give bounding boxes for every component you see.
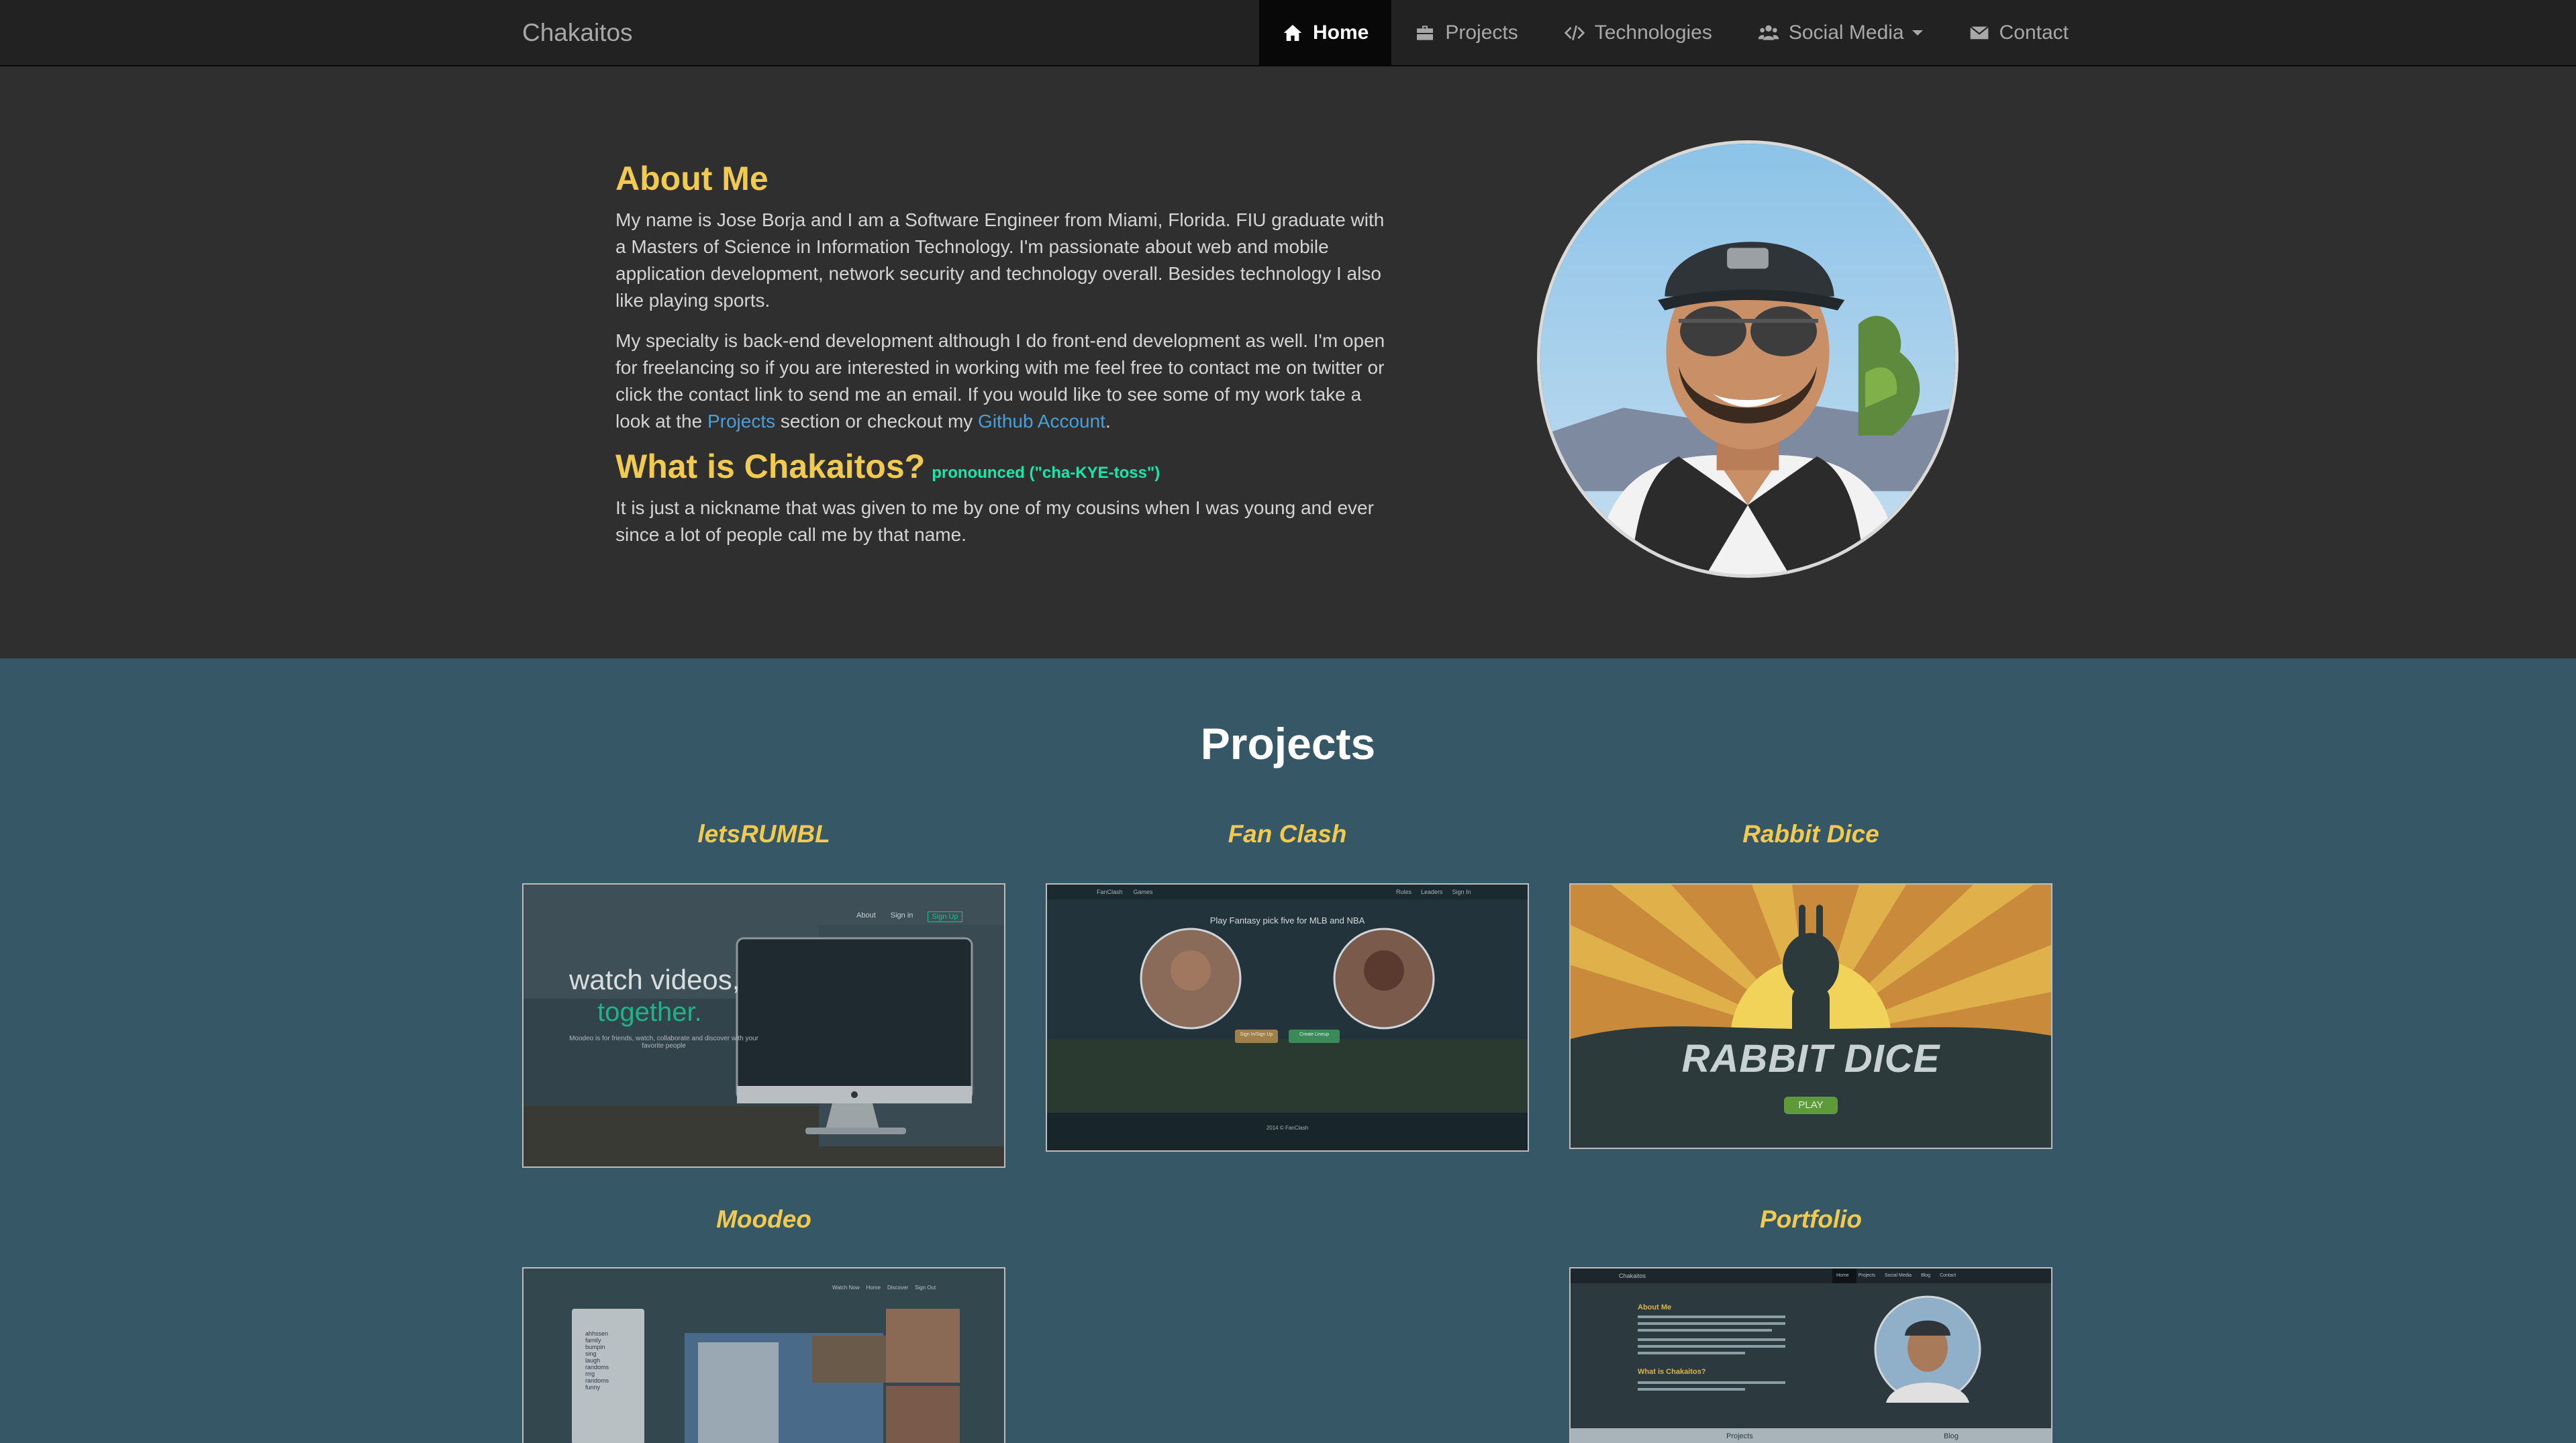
thumb-list-item: randoms <box>585 1364 609 1371</box>
profile-avatar <box>1537 140 1959 578</box>
portfolio-thumb-h2: What is Chakaitos? <box>1638 1368 1706 1376</box>
about-paragraph-2: My specialty is back-end development alt… <box>615 328 1387 435</box>
moodeo-overlay: Watch Now Home Discover Sign Out ahhssen… <box>524 1268 1004 1443</box>
rabbit-dice-thumb-title: RABBIT DICE <box>1681 1037 1940 1081</box>
chakaitos-heading-text: What is Chakaitos? <box>615 448 926 485</box>
thumb-list-item: rrrg <box>585 1371 595 1377</box>
paragraph-text: section or checkout my <box>775 411 979 432</box>
about-text: About Me My name is Jose Borja and I am … <box>615 160 1387 562</box>
project-thumb-moodeo[interactable]: Watch Now Home Discover Sign Out ahhssen… <box>522 1267 1005 1443</box>
about-heading: About Me <box>615 160 769 197</box>
thumb-nav-signin: Sign in <box>890 911 913 919</box>
project-title-rabbit-dice[interactable]: Rabbit Dice <box>1569 820 2052 848</box>
fan-clash-thumb-footer: 2014 © FanClash <box>1266 1125 1309 1131</box>
thumb-nav-rules: Rules <box>1396 889 1412 895</box>
thumb-nav-games: Games <box>1133 889 1153 895</box>
envelope-icon <box>1969 26 1989 39</box>
fan-clash-thumb-headline: Play Fantasy pick five for MLB and NBA <box>1209 915 1365 926</box>
project-title-moodeo[interactable]: Moodeo <box>522 1205 1005 1234</box>
about-section: About Me My name is Jose Borja and I am … <box>0 66 2576 658</box>
thumb-nav-sign-out: Sign Out <box>915 1285 936 1291</box>
portfolio-thumb-footer-blog: Blog <box>1944 1432 1959 1440</box>
thumb-list-item: ahhssen <box>585 1330 609 1337</box>
nav-item-social-media[interactable]: Social Media <box>1735 0 1946 65</box>
nav-item-home[interactable]: Home <box>1259 0 1392 65</box>
nav-item-label: Home <box>1313 21 1369 44</box>
thumb-nav-blog: Blog <box>1921 1273 1931 1278</box>
users-icon <box>1758 25 1779 40</box>
thumb-nav-social: Social Media <box>1884 1273 1912 1278</box>
home-icon <box>1283 24 1302 41</box>
thumb-list-item: laugh <box>585 1357 601 1364</box>
caret-down-icon <box>1912 30 1923 36</box>
nav-item-label: Contact <box>1999 21 2069 44</box>
thumb-nav-watch-now: Watch Now <box>832 1285 860 1291</box>
letsrumbl-thumb-line2: together. <box>597 997 702 1027</box>
thumb-nav-signin: Sign In <box>1452 889 1471 895</box>
nav-item-projects[interactable]: Projects <box>1391 0 1540 65</box>
portfolio-thumb-footer-projects: Projects <box>1726 1432 1753 1440</box>
portfolio-thumb-h1: About Me <box>1638 1303 1672 1311</box>
briefcase-icon <box>1417 25 1434 40</box>
thumb-nav-projects: Projects <box>1858 1273 1875 1278</box>
chakaitos-paragraph: It is just a nickname that was given to … <box>615 497 1374 545</box>
project-thumb-portfolio[interactable]: Chakaitos Home Projects Social Media Blo… <box>1569 1267 2052 1443</box>
code-icon <box>1564 25 1585 40</box>
thumb-nav-home: Home <box>1836 1273 1849 1278</box>
letsrumbl-overlay: About Sign in Sign Up watch videos, toge… <box>524 885 1004 1166</box>
nav-item-label: Social Media <box>1788 21 1904 44</box>
moodeo-thumb-list: ahhssen family bumpin sing laugh randoms… <box>585 1330 609 1391</box>
nav-item-contact[interactable]: Contact <box>1946 0 2091 65</box>
thumb-nav-about: About <box>856 911 876 919</box>
thumb-nav-home: Home <box>866 1285 881 1291</box>
projects-link[interactable]: Projects <box>707 411 775 432</box>
nav-menu: Home Projects Technologies Social Media … <box>1259 0 2091 65</box>
fan-clash-thumb-btn1: Sign In/Sign Up <box>1240 1032 1273 1037</box>
profile-photo <box>1540 144 1955 575</box>
projects-title: Projects <box>1200 719 1376 768</box>
letsrumbl-thumb-sub: Moodeo is for friends, watch, collaborat… <box>569 1035 758 1050</box>
chakaitos-heading: What is Chakaitos? pronounced ("cha-KYE-t… <box>615 448 1387 485</box>
rabbit-dice-overlay: RABBIT DICE PLAY <box>1571 885 2051 1148</box>
brand-link[interactable]: Chakaitos <box>522 0 633 65</box>
fan-clash-overlay: FanClash Games Rules Leaders Sign In Pla… <box>1047 885 1528 1150</box>
fan-clash-thumb-nav: FanClash Games <box>1097 889 1153 895</box>
pronunciation-note: pronounced ("cha-KYE-toss") <box>932 464 1160 482</box>
project-thumb-letsrumbl[interactable]: About Sign in Sign Up watch videos, toge… <box>522 883 1005 1168</box>
project-title-portfolio[interactable]: Portfolio <box>1569 1205 2052 1234</box>
about-paragraph-1: My name is Jose Borja and I am a Softwar… <box>615 209 1385 311</box>
rabbit-dice-thumb-play: PLAY <box>1798 1099 1824 1111</box>
fan-clash-thumb-btn2: Create Lineup <box>1299 1032 1329 1037</box>
nav-item-technologies[interactable]: Technologies <box>1541 0 1735 65</box>
project-thumb-rabbit-dice[interactable]: RABBIT DICE PLAY <box>1569 883 2052 1149</box>
thumb-list-item: family <box>585 1337 601 1344</box>
project-title-fan-clash[interactable]: Fan Clash <box>1046 820 1529 848</box>
letsrumbl-thumb-nav: About Sign in Sign Up <box>856 911 962 922</box>
nav-item-label: Technologies <box>1594 21 1712 44</box>
top-navbar: Chakaitos Home Projects Technologies Soc… <box>0 0 2576 66</box>
thumb-nav-leaders: Leaders <box>1421 889 1443 895</box>
paragraph-text: . <box>1105 411 1111 432</box>
moodeo-thumb-nav: Watch Now Home Discover Sign Out <box>832 1285 936 1291</box>
portfolio-thumb-brand: Chakaitos <box>1619 1273 1646 1279</box>
project-title-letsrumbl[interactable]: letsRUMBL <box>522 820 1005 848</box>
nav-item-label: Projects <box>1445 21 1518 44</box>
letsrumbl-thumb-line1: watch videos, <box>569 964 740 995</box>
thumb-nav-signup: Sign Up <box>928 911 962 922</box>
thumb-list-item: randoms <box>585 1377 609 1384</box>
fan-clash-thumb-nav-right: Rules Leaders Sign In <box>1396 889 1471 895</box>
thumb-list-item: funny <box>585 1384 601 1391</box>
portfolio-thumb-nav: Home Projects Social Media Blog Contact <box>1836 1273 1956 1278</box>
thumb-nav-contact: Contact <box>1940 1273 1956 1278</box>
github-link[interactable]: Github Account <box>978 411 1105 432</box>
thumb-nav-fanclash: FanClash <box>1097 889 1123 895</box>
thumb-nav-discover: Discover <box>887 1285 909 1291</box>
thumb-list-item: sing <box>585 1350 597 1357</box>
project-thumb-fan-clash[interactable]: FanClash Games Rules Leaders Sign In Pla… <box>1046 883 1529 1152</box>
portfolio-overlay: Chakaitos Home Projects Social Media Blo… <box>1571 1268 2051 1443</box>
thumb-list-item: bumpin <box>585 1344 605 1350</box>
